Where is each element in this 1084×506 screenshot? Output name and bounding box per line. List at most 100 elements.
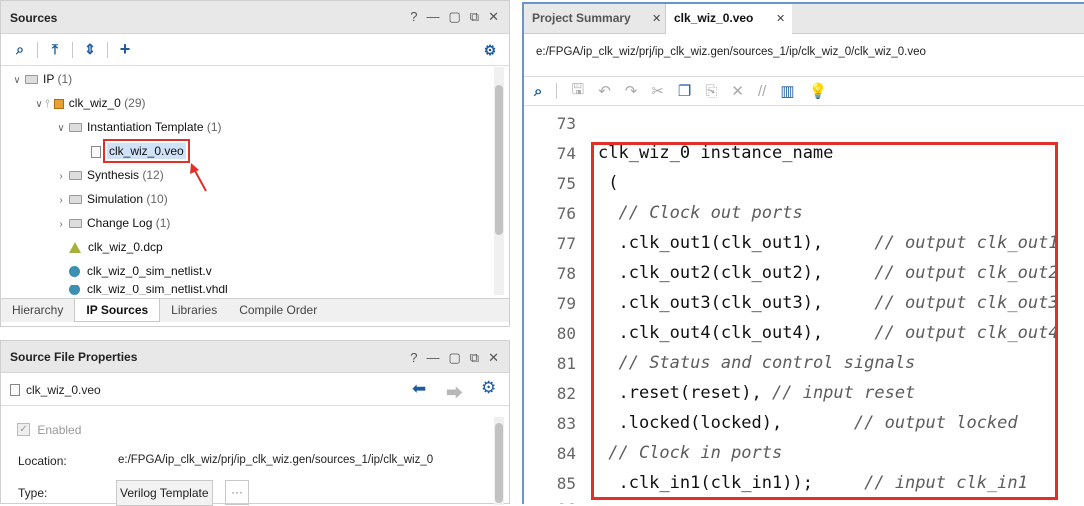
tab-project-summary[interactable]: Project Summary ✕ xyxy=(524,4,666,33)
close-icon[interactable]: ✕ xyxy=(776,12,785,25)
chevron-right-icon[interactable]: › xyxy=(55,167,67,187)
verilog-file-icon xyxy=(69,266,80,278)
tree-item-label: IP xyxy=(43,72,55,86)
tree-item-count: (29) xyxy=(124,96,146,110)
line-number: 86 xyxy=(524,500,576,504)
minimize-icon[interactable]: — xyxy=(427,9,440,25)
line-number: 78 xyxy=(556,264,576,283)
settings-gear-icon[interactable]: ⚙ xyxy=(481,378,496,398)
tree-item-count: (10) xyxy=(146,192,168,206)
tree-item-label: Change Log xyxy=(87,216,153,230)
tab-hierarchy[interactable]: Hierarchy xyxy=(1,299,74,322)
chevron-right-icon[interactable]: › xyxy=(55,215,67,235)
column-select-icon[interactable]: ▥ xyxy=(780,82,794,100)
close-icon[interactable]: ✕ xyxy=(488,350,499,366)
line-number: 73 xyxy=(556,114,576,133)
file-path: e:/FPGA/ip_clk_wiz/prj/ip_clk_wiz.gen/so… xyxy=(536,46,926,58)
tree-item-label-selected: clk_wiz_0.veo xyxy=(103,139,190,163)
maximize-icon[interactable]: ▢ xyxy=(449,350,461,366)
file-icon xyxy=(91,145,101,158)
minimize-icon[interactable]: — xyxy=(427,350,440,366)
tree-item-dcp[interactable]: clk_wiz_0.dcp xyxy=(67,237,163,257)
add-icon[interactable]: + xyxy=(114,39,136,61)
folder-icon xyxy=(69,195,82,205)
search-icon[interactable]: ⌕ xyxy=(9,39,31,61)
tree-item-synthesis[interactable]: › Synthesis (12) xyxy=(55,165,164,187)
float-icon[interactable]: ⧉ xyxy=(470,9,479,25)
file-icon xyxy=(10,384,20,396)
paste-icon[interactable]: ⎘ xyxy=(705,83,717,100)
line-number: 75 xyxy=(556,174,576,193)
folder-icon xyxy=(69,219,82,229)
tree-scrollbar[interactable] xyxy=(494,67,504,295)
line-number: 82 xyxy=(556,384,576,403)
float-icon[interactable]: ⧉ xyxy=(470,350,479,366)
chevron-right-icon[interactable]: › xyxy=(55,191,67,211)
line-number: 84 xyxy=(556,444,576,463)
forward-arrow-icon[interactable]: ⮕ xyxy=(446,379,463,404)
enabled-checkbox-row[interactable]: ✓ Enabled xyxy=(17,422,81,437)
scrollbar-thumb[interactable] xyxy=(495,423,503,503)
save-icon[interactable]: 🖫 xyxy=(571,79,584,104)
properties-scrollbar[interactable] xyxy=(494,417,504,505)
tab-label: Project Summary xyxy=(532,11,631,25)
line-number: 77 xyxy=(556,234,576,253)
tree-item-count: (1) xyxy=(155,216,171,230)
annotation-arrow xyxy=(190,163,207,192)
tree-item-change-log[interactable]: › Change Log (1) xyxy=(55,213,170,233)
tree-item-instantiation-template[interactable]: ∨ Instantiation Template (1) xyxy=(55,117,221,139)
editor-panel: Project Summary ✕ clk_wiz_0.veo ✕ e:/FPG… xyxy=(522,2,1084,504)
scrollbar-thumb[interactable] xyxy=(495,85,503,235)
properties-header: clk_wiz_0.veo ⬅ ⮕ ⚙ xyxy=(1,374,509,406)
tree-item-label: Instantiation Template xyxy=(87,120,204,134)
tree-item-clk-wiz-0[interactable]: ∨ ⫯ clk_wiz_0 (29) xyxy=(33,93,146,115)
line-number: 81 xyxy=(556,354,576,373)
folder-icon xyxy=(25,75,38,85)
tab-ip-sources[interactable]: IP Sources xyxy=(74,299,161,322)
type-more-button[interactable]: ··· xyxy=(225,480,249,505)
code-area[interactable]: 73 74 75 76 77 78 79 80 81 82 83 84 85 8… xyxy=(524,108,1084,504)
enabled-checkbox[interactable]: ✓ xyxy=(17,423,30,437)
undo-icon[interactable]: ↶ xyxy=(598,82,611,100)
tree-item-count: (12) xyxy=(142,168,164,182)
settings-gear-icon[interactable]: ⚙ xyxy=(479,39,501,61)
copy-icon[interactable]: ❐ xyxy=(678,82,691,100)
comment-icon[interactable]: // xyxy=(758,83,766,100)
toolbar-divider xyxy=(556,83,558,99)
back-arrow-icon[interactable]: ⬅ xyxy=(412,379,426,399)
search-icon[interactable]: ⌕ xyxy=(534,83,542,100)
location-value: e:/FPGA/ip_clk_wiz/prj/ip_clk_wiz.gen/so… xyxy=(118,454,434,466)
help-icon[interactable]: ? xyxy=(410,350,417,366)
chevron-down-icon[interactable]: ∨ xyxy=(11,71,23,91)
cut-icon[interactable]: ✂ xyxy=(651,82,664,100)
tree-item-count: (1) xyxy=(57,72,73,86)
close-icon[interactable]: ✕ xyxy=(652,12,661,25)
close-icon[interactable]: ✕ xyxy=(488,9,499,25)
tree-item-label: clk_wiz_0 xyxy=(68,96,121,110)
maximize-icon[interactable]: ▢ xyxy=(449,9,461,25)
editor-tabbar: Project Summary ✕ clk_wiz_0.veo ✕ xyxy=(524,4,1084,34)
tree-item-veo-file[interactable]: clk_wiz_0.veo xyxy=(89,139,190,163)
tab-label: clk_wiz_0.veo xyxy=(674,11,754,25)
tree-item-sim-netlist-v[interactable]: clk_wiz_0_sim_netlist.v xyxy=(67,261,212,281)
tree-item-sim-netlist-vhdl[interactable]: clk_wiz_0_sim_netlist.vhdl xyxy=(67,285,228,295)
location-label: Location: xyxy=(18,454,67,468)
tree-item-simulation[interactable]: › Simulation (10) xyxy=(55,189,168,211)
folder-icon xyxy=(69,123,82,133)
collapse-all-icon[interactable]: ⤒ xyxy=(44,39,66,61)
chevron-down-icon[interactable]: ∨ xyxy=(55,119,67,139)
redo-icon[interactable]: ↷ xyxy=(625,82,638,100)
properties-panel: Source File Properties ? — ▢ ⧉ ✕ clk_wiz… xyxy=(0,340,510,506)
tab-libraries[interactable]: Libraries xyxy=(160,299,228,322)
tab-clk-wiz-0-veo[interactable]: clk_wiz_0.veo ✕ xyxy=(666,4,792,34)
tree-item-ip[interactable]: ∨ IP (1) xyxy=(11,69,72,89)
tree-clip: clk_wiz_0_sim_netlist.vhdl xyxy=(67,285,487,295)
lightbulb-icon[interactable]: 💡 xyxy=(809,82,828,100)
delete-icon[interactable]: ✕ xyxy=(731,82,744,100)
line-number: 83 xyxy=(556,414,576,433)
chevron-down-icon[interactable]: ∨ xyxy=(33,95,45,115)
help-icon[interactable]: ? xyxy=(410,9,417,25)
tab-compile-order[interactable]: Compile Order xyxy=(228,299,328,322)
toolbar-divider xyxy=(37,41,38,58)
expand-all-icon[interactable]: ⇕ xyxy=(79,39,101,61)
